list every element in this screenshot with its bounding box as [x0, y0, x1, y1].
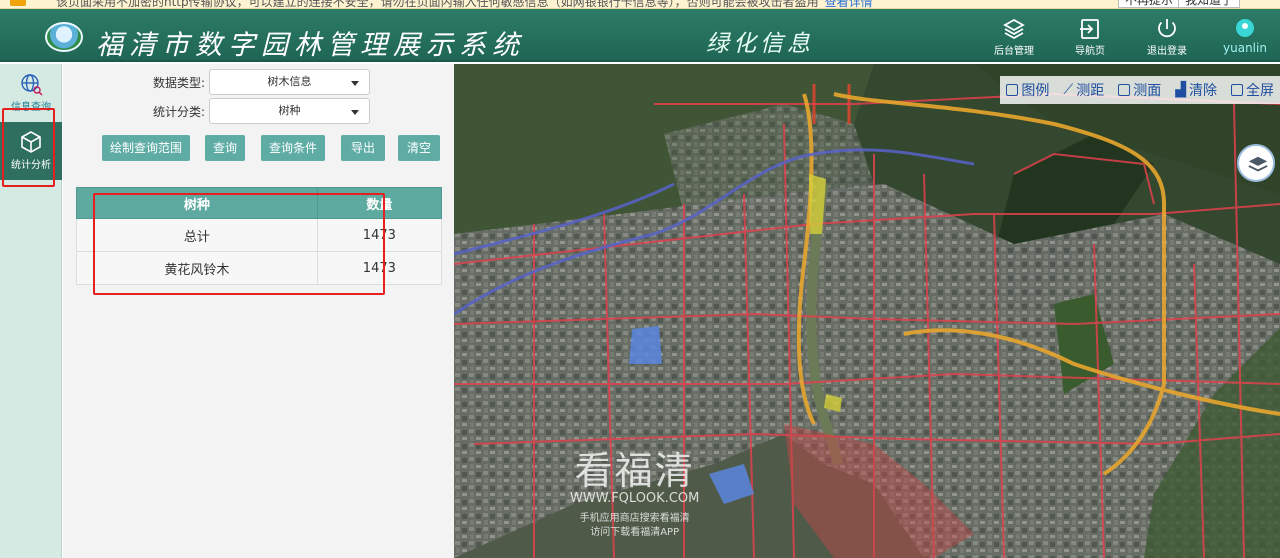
admin-button[interactable]: 后台管理: [984, 15, 1044, 59]
notice-details-link[interactable]: 查看详情: [825, 0, 873, 8]
security-notice-bar: 该页面采用不加密的http传输协议，可以建立的连接不安全，请勿在页面内输入任何敏…: [0, 0, 1280, 9]
username: yuanlin: [1223, 41, 1267, 55]
layers-icon: [1248, 156, 1268, 172]
query-panel: 数据类型: 树木信息 统计分类: 树种 绘制查询范围 查询 查询条件 导出 清空…: [63, 64, 454, 558]
avatar: [1236, 19, 1254, 37]
map-toolbar: 图例 ⟋ 测距 测面 ▟ 清除 全屏: [1000, 76, 1280, 104]
highlight-box-rail: [2, 108, 55, 187]
watermark-line2: 访问下载看福清APP: [590, 527, 680, 538]
nav-page-label: 导航页: [1075, 46, 1105, 57]
greening-info-title: 绿化信息: [706, 31, 814, 57]
no-remind-button[interactable]: 不再提示: [1118, 0, 1181, 8]
watermark-title: 看福清: [574, 449, 695, 493]
stat-category-label: 统计分类:: [152, 105, 205, 119]
measure-distance-label: 测距: [1076, 83, 1105, 99]
globe-search-icon: [21, 74, 43, 96]
warning-icon: [10, 0, 26, 6]
export-button[interactable]: 导出: [341, 135, 385, 161]
draw-range-button[interactable]: 绘制查询范围: [102, 135, 190, 161]
data-type-select[interactable]: 树木信息: [209, 69, 370, 95]
notice-text: 该页面采用不加密的http传输协议，可以建立的连接不安全，请勿在页面内输入任何敏…: [56, 0, 873, 8]
stat-category-row: 统计分类: 树种: [63, 96, 454, 124]
data-type-row: 数据类型: 树木信息: [63, 67, 454, 95]
fullscreen-icon: [1231, 84, 1243, 96]
data-type-label: 数据类型:: [152, 76, 205, 90]
measure-area-tool[interactable]: 测面: [1118, 80, 1161, 100]
satellite-map[interactable]: 图例 ⟋ 测距 测面 ▟ 清除 全屏 看福清 WWW.FQLOOK.COM 手机应用…: [454, 64, 1280, 558]
clear-map-label: 清除: [1189, 83, 1217, 99]
nav-page-button[interactable]: 导航页: [1060, 15, 1120, 59]
measure-area-label: 测面: [1133, 83, 1162, 99]
stat-category-select[interactable]: 树种: [209, 98, 370, 124]
query-conditions-button[interactable]: 查询条件: [261, 135, 325, 161]
app-title: 福清市数字园林管理展示系统: [96, 30, 525, 61]
fullscreen-tool[interactable]: 全屏: [1231, 80, 1274, 100]
logout-button[interactable]: 退出登录: [1137, 15, 1197, 59]
layers-icon: [1003, 18, 1025, 40]
clear-button[interactable]: 清空: [398, 135, 440, 161]
watermark-url: WWW.FQLOOK.COM: [570, 491, 700, 506]
legend-label: 图例: [1021, 83, 1050, 99]
query-button[interactable]: 查询: [205, 135, 245, 161]
logout-label: 退出登录: [1147, 46, 1187, 57]
fullscreen-label: 全屏: [1246, 83, 1274, 99]
watermark: 看福清 WWW.FQLOOK.COM 手机应用商店搜索看福清 访问下载看福清AP…: [570, 440, 699, 540]
legend-tool[interactable]: 图例: [1006, 80, 1049, 100]
polygon-icon: [1118, 84, 1131, 96]
got-it-button[interactable]: 我知道了: [1178, 0, 1241, 8]
eraser-icon: ▟: [1175, 82, 1186, 98]
app-logo: [45, 22, 83, 52]
ruler-icon: ⟋: [1063, 82, 1074, 98]
app-header: 福清市数字园林管理展示系统 绿化信息 后台管理 导航页 退出登录 yuanlin: [0, 9, 1280, 62]
enter-icon: [1080, 19, 1099, 39]
layer-switch-button[interactable]: [1237, 144, 1275, 182]
legend-icon: [1006, 84, 1019, 96]
watermark-line1: 手机应用商店搜索看福清: [579, 513, 690, 524]
highlight-box-table: [93, 193, 385, 295]
measure-distance-tool[interactable]: ⟋ 测距: [1063, 80, 1104, 100]
power-icon: [1158, 19, 1176, 38]
admin-label: 后台管理: [994, 46, 1034, 57]
clear-map-tool[interactable]: ▟ 清除: [1175, 80, 1217, 100]
user-menu[interactable]: yuanlin: [1216, 15, 1274, 59]
